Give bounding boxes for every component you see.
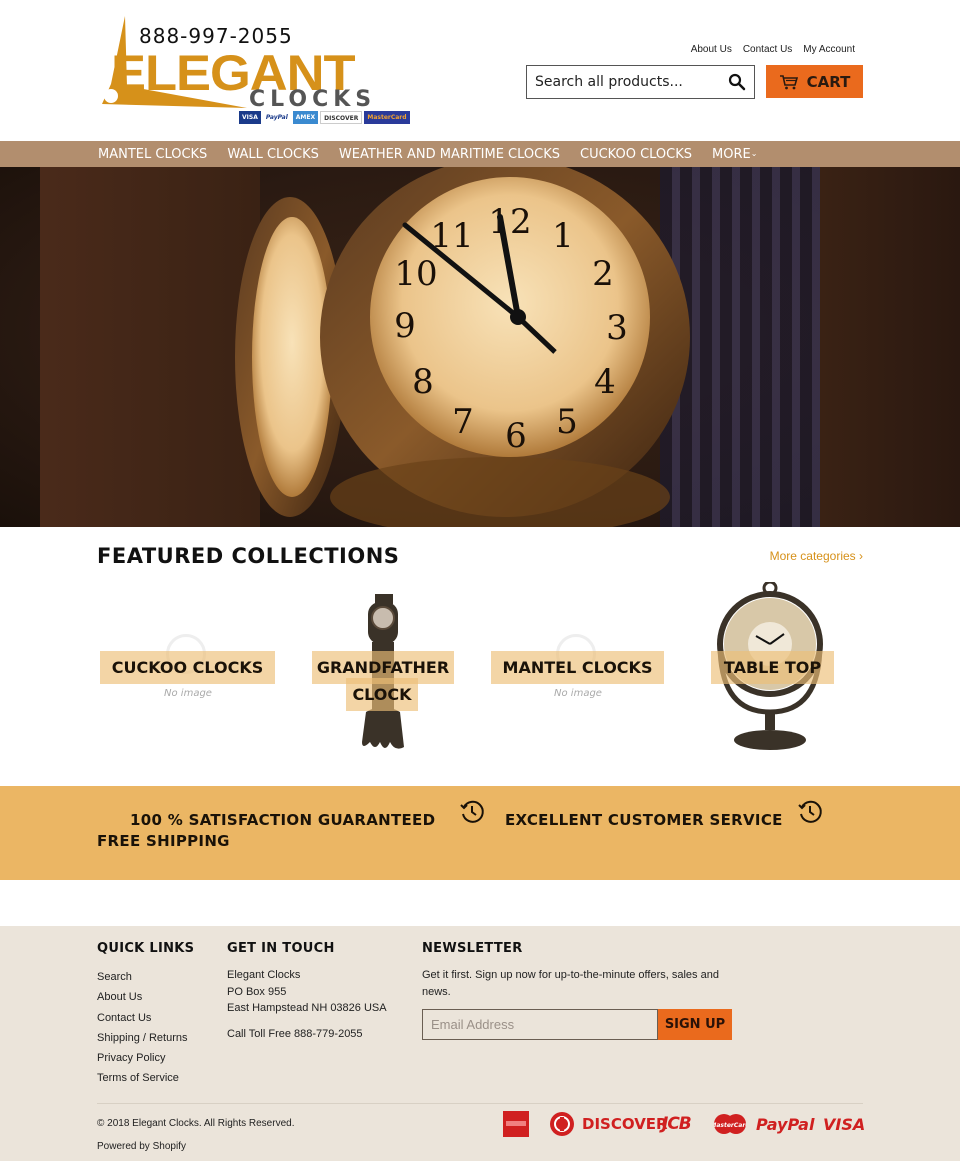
- feature-free-shipping: FREE SHIPPING: [97, 832, 230, 850]
- address-line: East Hampstead NH 03826 USA: [227, 1002, 387, 1014]
- nav-item-mantel-clocks[interactable]: MANTEL CLOCKS: [98, 147, 207, 162]
- jcb-icon: JCB: [662, 1114, 692, 1134]
- paypal-badge: PayPal: [262, 111, 291, 124]
- feature-satisfaction: 100 % SATISFACTION GUARANTEED: [130, 811, 436, 829]
- cart-button[interactable]: CART: [766, 65, 863, 98]
- hero-banner[interactable]: 12 1 2 345 678 9 10 11: [0, 167, 960, 527]
- search-icon[interactable]: [728, 73, 746, 91]
- quick-links-title: QUICK LINKS: [97, 941, 195, 956]
- powered-by-shopify-link[interactable]: Powered by Shopify: [97, 1141, 186, 1152]
- history-icon: [798, 800, 822, 823]
- search-input[interactable]: [535, 74, 720, 90]
- footer-link-contact-us[interactable]: Contact Us: [97, 1008, 194, 1028]
- top-link-contact-us[interactable]: Contact Us: [743, 44, 792, 55]
- email-field[interactable]: [422, 1009, 658, 1040]
- nav-item-wall-clocks[interactable]: WALL CLOCKS: [227, 147, 319, 162]
- copyright: © 2018 Elegant Clocks. All Rights Reserv…: [97, 1118, 295, 1129]
- more-categories-link[interactable]: More categories ›: [770, 549, 863, 563]
- hero-clock-image: 12 12 345 678 91011: [235, 167, 690, 527]
- footer-newsletter: NEWSLETTER Get it first. Sign up now for…: [422, 941, 732, 1040]
- mastercard-icon: MasterCard: [714, 1111, 746, 1137]
- newsletter-form: SIGN UP: [422, 1009, 732, 1040]
- discover-badge: DISCOVER: [320, 111, 363, 124]
- feature-customer-service: EXCELLENT CUSTOMER SERVICE: [505, 811, 783, 829]
- site-footer: QUICK LINKS Search About Us Contact Us S…: [0, 926, 960, 1161]
- footer-get-in-touch: GET IN TOUCH Elegant Clocks PO Box 955 E…: [227, 941, 387, 1042]
- get-in-touch-title: GET IN TOUCH: [227, 941, 335, 956]
- features-band: 100 % SATISFACTION GUARANTEED EXCELLENT …: [0, 786, 960, 880]
- amex-badge: AMEX: [292, 111, 319, 124]
- svg-text:2: 2: [592, 254, 614, 294]
- newsletter-text: Get it first. Sign up now for up-to-the-…: [422, 969, 719, 998]
- chevron-down-icon: ⌄: [750, 148, 758, 158]
- cart-icon: [779, 74, 798, 89]
- svg-text:3: 3: [606, 308, 628, 348]
- top-link-my-account[interactable]: My Account: [803, 44, 855, 55]
- featured-collections: FEATURED COLLECTIONS More categories › N…: [0, 527, 960, 786]
- address-line: Elegant Clocks: [227, 969, 301, 981]
- svg-text:4: 4: [594, 362, 616, 402]
- diners-club-icon: [549, 1111, 575, 1137]
- svg-text:7: 7: [452, 402, 474, 442]
- svg-text:8: 8: [412, 362, 434, 402]
- collection-label: CUCKOO CLOCKS: [100, 651, 275, 684]
- nav-item-weather-maritime-clocks[interactable]: WEATHER AND MARITIME CLOCKS: [339, 147, 560, 162]
- svg-text:9: 9: [394, 306, 416, 346]
- history-icon: [460, 800, 484, 823]
- footer-divider: [97, 1103, 863, 1104]
- site-logo[interactable]: 888-997-2055 ELEGANT CLOCKS VISA PayPal …: [97, 14, 410, 126]
- toll-free-phone: Call Toll Free 888-779-2055: [227, 1027, 363, 1040]
- site-header: 888-997-2055 ELEGANT CLOCKS VISA PayPal …: [0, 0, 960, 141]
- svg-text:1: 1: [552, 216, 574, 256]
- nav-item-more[interactable]: MORE⌄: [712, 147, 757, 162]
- collection-table-top[interactable]: TABLE TOP: [680, 582, 860, 757]
- top-links: About Us Contact Us My Account: [691, 44, 855, 55]
- collection-label: TABLE TOP: [711, 651, 834, 684]
- svg-text:MasterCard: MasterCard: [714, 1122, 746, 1129]
- newsletter-title: NEWSLETTER: [422, 941, 523, 956]
- collection-cuckoo-clocks[interactable]: No image CUCKOO CLOCKS: [98, 582, 278, 757]
- address-line: PO Box 955: [227, 985, 287, 998]
- logo-subbrand: CLOCKS: [249, 87, 377, 112]
- collection-label: MANTEL CLOCKS: [491, 651, 664, 684]
- paypal-icon: PayPal: [756, 1114, 815, 1134]
- svg-text:10: 10: [394, 254, 437, 294]
- svg-text:5: 5: [556, 402, 578, 442]
- logo-card-badges: VISA PayPal AMEX DISCOVER MasterCard: [239, 111, 410, 124]
- footer-quick-links: QUICK LINKS Search About Us Contact Us S…: [97, 941, 194, 1089]
- search-box: [526, 65, 755, 99]
- mastercard-badge: MasterCard: [364, 111, 410, 124]
- no-image-text: No image: [164, 688, 212, 699]
- nav-item-cuckoo-clocks[interactable]: CUCKOO CLOCKS: [580, 147, 692, 162]
- visa-icon: VISA: [823, 1114, 866, 1134]
- footer-link-shipping-returns[interactable]: Shipping / Returns: [97, 1028, 194, 1048]
- collection-grandfather-clock[interactable]: GRANDFATHER CLOCK: [300, 582, 480, 757]
- visa-badge: VISA: [239, 111, 261, 124]
- collection-mantel-clocks[interactable]: No image MANTEL CLOCKS: [488, 582, 668, 757]
- footer-link-terms-of-service[interactable]: Terms of Service: [97, 1068, 194, 1088]
- footer-link-about-us[interactable]: About Us: [97, 987, 194, 1007]
- footer-link-search[interactable]: Search: [97, 967, 194, 987]
- cart-label: CART: [806, 72, 851, 91]
- svg-text:6: 6: [505, 416, 527, 456]
- nav-more-label: MORE: [712, 146, 751, 162]
- sign-up-button[interactable]: SIGN UP: [658, 1009, 732, 1040]
- main-nav: MANTEL CLOCKS WALL CLOCKS WEATHER AND MA…: [0, 141, 960, 167]
- featured-title: FEATURED COLLECTIONS: [97, 544, 400, 568]
- amex-icon: [503, 1111, 529, 1137]
- top-link-about-us[interactable]: About Us: [691, 44, 732, 55]
- discover-icon: DISCOVER: [582, 1115, 668, 1133]
- no-image-text: No image: [554, 688, 602, 699]
- collection-label-line2: CLOCK: [346, 678, 418, 711]
- svg-text:12: 12: [488, 202, 531, 242]
- footer-link-privacy-policy[interactable]: Privacy Policy: [97, 1048, 194, 1068]
